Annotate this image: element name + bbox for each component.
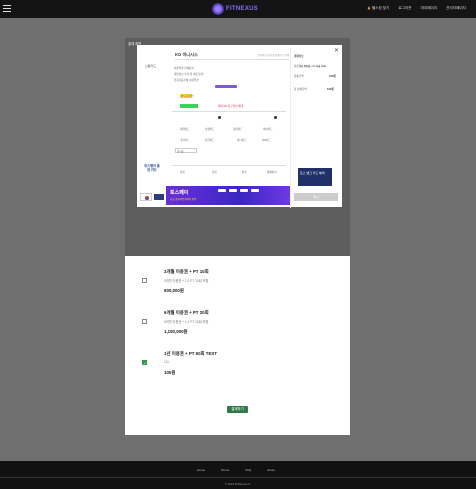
- product-name: 1년 이용권 + PT 50회 TEST: [300, 66, 327, 68]
- ad-right-text: 토스 뱅크 카드 혜택: [300, 171, 325, 175]
- copyright: © 2024 FitNexus Inc.: [224, 482, 252, 486]
- footer-nav: Home Terms FAQ About: [197, 468, 275, 472]
- promo-text: 최대 5% 청구할인 혜택: [218, 105, 244, 108]
- total-label: 총 결제금액: [294, 88, 307, 91]
- footer-link-about[interactable]: About: [267, 468, 275, 472]
- ad-left[interactable]: 토스뱅크 통장 카드: [138, 160, 166, 205]
- price-value: 100원: [329, 75, 336, 78]
- card-option[interactable]: 현대카드: [180, 127, 190, 131]
- card-option[interactable]: NH카드: [262, 138, 271, 142]
- footer-link-home[interactable]: Home: [197, 468, 205, 472]
- ad-pill: [229, 189, 237, 192]
- footer-link-faq[interactable]: FAQ: [245, 468, 251, 472]
- divider: [172, 111, 286, 112]
- total-value: 100원: [327, 88, 334, 91]
- brand-name: FITNEXUS: [226, 6, 259, 12]
- plan-price: 100원: [164, 370, 176, 375]
- pg-header: KG 이니시스 이용약관 동의 및 결제수단 선택: [175, 50, 289, 60]
- summary-title: 결제정보: [294, 55, 304, 58]
- plan-desc: 6개월 이용권 + 1:1 PT 20회 포함: [164, 320, 209, 324]
- radio-icon[interactable]: [218, 116, 221, 119]
- plan-desc: 3개월 이용권 + 1:1 PT 10회 포함: [164, 279, 209, 283]
- ad-pill: [240, 189, 248, 192]
- summary-confirm-button[interactable]: 확인: [294, 193, 338, 201]
- top-bar: FITNEXUS 헬스장 찾기 로그아웃 마이페이지 관리자페이지: [0, 0, 476, 18]
- footer-divider: [0, 477, 476, 478]
- nav-find-gym[interactable]: 헬스장 찾기: [367, 6, 390, 11]
- agree-finance[interactable]: 전자금융거래 이용약관: [174, 78, 199, 82]
- cancel-button[interactable]: 취소: [242, 170, 247, 174]
- logo-mark-icon: [212, 3, 224, 15]
- plan-price: 600,000원: [164, 288, 184, 293]
- plan-checkbox-checked[interactable]: ✓: [142, 360, 147, 366]
- ad-banner-sub: 지금 결제하면 혜택이 팡팡: [170, 198, 197, 201]
- plan-price: 1,150,000원: [164, 329, 188, 334]
- next-button[interactable]: 다음: [212, 170, 217, 174]
- ad-pill: [218, 189, 226, 192]
- plan-title: 1년 이용권 + PT 50회 TEST: [164, 351, 218, 356]
- ad-pill: [251, 189, 259, 192]
- card-option[interactable]: 하나카드: [237, 138, 247, 142]
- step-indicator: [215, 85, 237, 88]
- pg-subtitle: 이용약관 동의 및 결제수단 선택: [257, 54, 289, 57]
- agree-all[interactable]: 이용약관 전체동의: [174, 66, 194, 70]
- card-option[interactable]: 국민카드: [180, 138, 190, 142]
- radio-icon[interactable]: [274, 116, 277, 119]
- footer-link-terms[interactable]: Terms: [221, 468, 229, 472]
- korea-flag-icon: [140, 193, 152, 201]
- card-option[interactable]: 롯데카드: [233, 127, 243, 131]
- nav-logout[interactable]: 로그아웃: [398, 6, 411, 11]
- brand-logo[interactable]: FITNEXUS: [212, 2, 258, 16]
- close-icon[interactable]: ✕: [333, 48, 340, 55]
- ad-left-text: 토스뱅크 통장 카드: [144, 164, 160, 172]
- pay-button[interactable]: 결제하기: [227, 406, 248, 413]
- installment-select[interactable]: 일시불: [175, 148, 197, 153]
- ad-banner[interactable]: 토스페이 지금 결제하면 혜택이 팡팡: [166, 186, 290, 205]
- divider: [172, 165, 286, 166]
- promo-highlight: [180, 104, 198, 108]
- card-option[interactable]: 비씨카드: [263, 127, 273, 131]
- top-nav: 헬스장 찾기 로그아웃 마이페이지 관리자페이지: [367, 6, 466, 11]
- ad-card-icon: [154, 194, 164, 200]
- plan-checkbox[interactable]: [142, 278, 147, 283]
- footer: Home Terms FAQ About © 2024 FitNexus Inc…: [0, 461, 476, 489]
- plan-card: [125, 230, 350, 435]
- plan-checkbox[interactable]: [142, 319, 147, 324]
- agree-privacy[interactable]: 개인정보 수집 및 이용 동의: [174, 72, 203, 76]
- plan-title: 6개월 이용권 + PT 20회: [164, 310, 209, 315]
- price-label: 결제금액: [294, 75, 304, 78]
- plan-title: 3개월 이용권 + PT 10회: [164, 269, 209, 274]
- menu-icon[interactable]: [3, 5, 11, 12]
- plan-desc: 111: [164, 360, 169, 364]
- nav-mypage[interactable]: 마이페이지: [421, 6, 438, 11]
- prev-button[interactable]: 이전: [180, 170, 185, 174]
- nav-admin[interactable]: 관리자페이지: [446, 6, 466, 11]
- pg-logo: KG 이니시스: [175, 52, 198, 57]
- promo-label: 카드사 할인: [181, 95, 194, 98]
- ad-right[interactable]: 토스 뱅크 카드 혜택: [298, 168, 332, 186]
- card-option[interactable]: 신한카드: [205, 138, 215, 142]
- card-option[interactable]: 삼성카드: [205, 127, 215, 131]
- payment-method-label: 신용카드: [145, 64, 157, 68]
- confirm-pay-button[interactable]: 결제하기: [267, 170, 277, 174]
- ad-banner-title: 토스페이: [170, 190, 189, 196]
